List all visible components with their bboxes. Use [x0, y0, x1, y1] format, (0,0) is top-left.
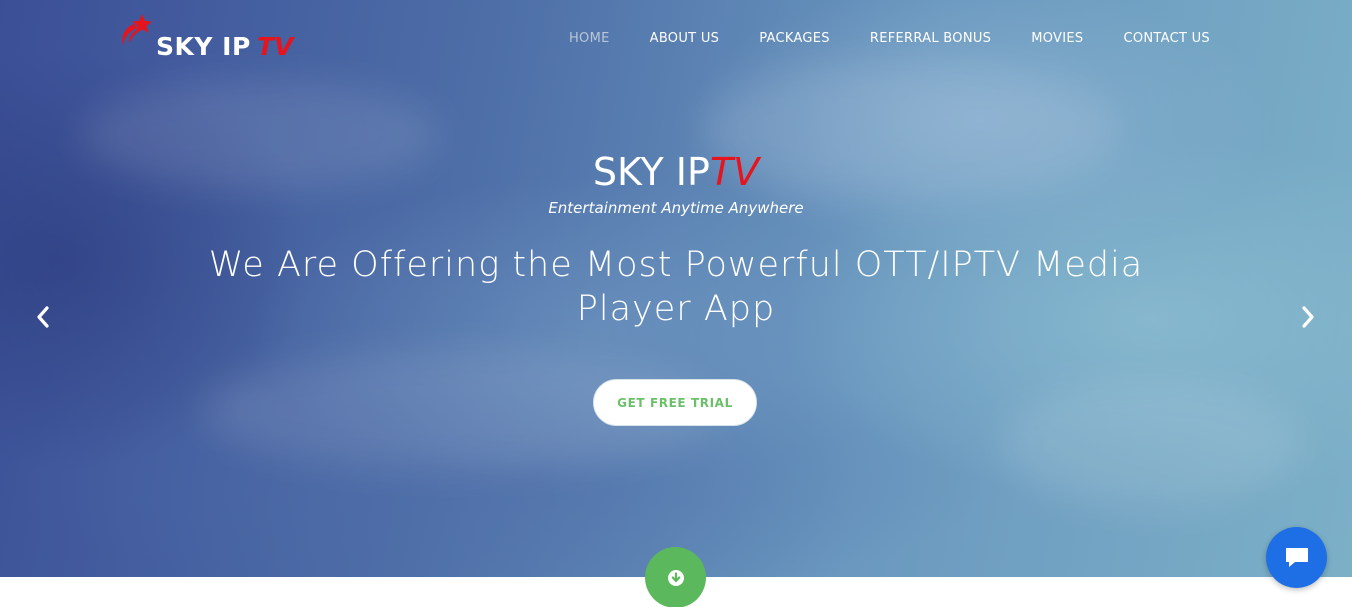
logo-accent-text: TV [257, 32, 294, 61]
scroll-down-button[interactable] [645, 547, 706, 607]
hero-brand-title: SKY IPTV [0, 150, 1352, 194]
carousel-next-button[interactable] [1293, 302, 1323, 332]
chevron-left-icon [37, 306, 49, 328]
hero-section: SKY IP TV HOME ABOUT US PACKAGES REFERRA… [0, 0, 1352, 577]
hero-headline-line-1: We Are Offering the Most Powerful OTT/IP… [208, 245, 1144, 285]
main-nav: HOME ABOUT US PACKAGES REFERRAL BONUS MO… [569, 31, 1210, 46]
chevron-right-icon [1302, 306, 1314, 328]
hero-headline: We Are Offering the Most Powerful OTT/IP… [176, 243, 1176, 331]
site-logo[interactable]: SKY IP TV [120, 12, 310, 61]
hero-tagline: Entertainment Anytime Anywhere [548, 199, 804, 217]
arrow-down-circle-icon [667, 569, 684, 586]
hero-brand-text: SKY IP [592, 150, 710, 194]
nav-item-movies[interactable]: MOVIES [1031, 31, 1083, 46]
hero-brand-accent: TV [709, 150, 760, 194]
cloud-decoration [1000, 380, 1300, 510]
nav-item-packages[interactable]: PACKAGES [759, 31, 830, 46]
nav-item-contact-us[interactable]: CONTACT US [1123, 31, 1210, 46]
hero-headline-line-2: Player App [576, 289, 776, 329]
logo-text: SKY IP [156, 32, 251, 61]
nav-item-about-us[interactable]: ABOUT US [650, 31, 720, 46]
carousel-prev-button[interactable] [28, 302, 58, 332]
nav-item-referral-bonus[interactable]: REFERRAL BONUS [870, 31, 991, 46]
chat-bubble-icon [1285, 547, 1308, 567]
nav-item-home[interactable]: HOME [569, 31, 610, 46]
get-free-trial-button[interactable]: GET FREE TRIAL [593, 379, 757, 426]
live-chat-button[interactable] [1266, 527, 1327, 588]
